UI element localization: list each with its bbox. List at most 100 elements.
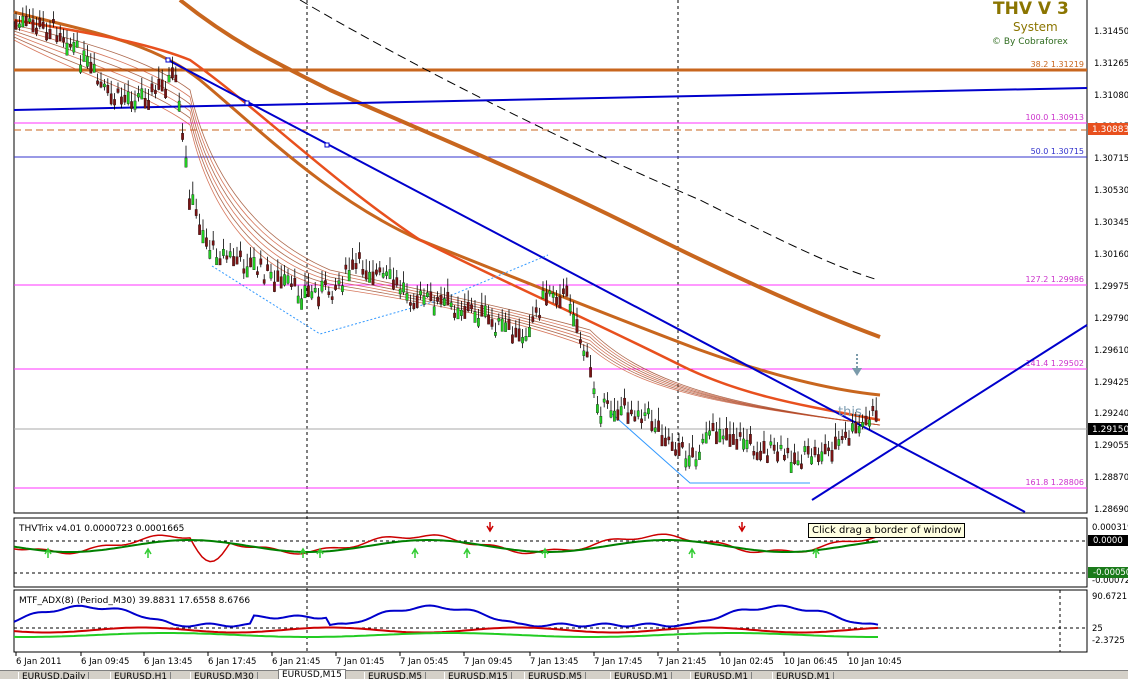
trix-label: THVTrix v4.01 0.0000723 0.0001665 (18, 524, 184, 534)
candle-body (721, 435, 725, 440)
symbol-tab[interactable]: EURUSD,Daily (18, 672, 90, 679)
candle-body (460, 309, 463, 316)
candle-body (86, 56, 89, 67)
candle-body (497, 318, 501, 322)
adx-tick: 90.6721 (1092, 592, 1127, 602)
candle-body (432, 306, 436, 316)
candle-body (395, 277, 399, 286)
symbol-tab[interactable]: EURUSD,H1 (110, 672, 172, 679)
candle-body (466, 301, 470, 312)
candle-body (589, 367, 592, 378)
candle-body (415, 295, 419, 308)
candle-body (555, 297, 558, 305)
candle-body (174, 74, 178, 83)
candle-body (171, 67, 174, 79)
candle-body (164, 89, 167, 99)
candle-body (453, 312, 456, 318)
candle-body (762, 441, 766, 454)
candlesticks (14, 5, 878, 473)
candle-body (538, 314, 541, 319)
adx-indicator: MTF_ADX(8) (Period_M30) 39.8831 17.6558 … (13, 596, 1087, 638)
candle-body (371, 271, 375, 285)
candle-body (640, 418, 643, 424)
candle-body (262, 279, 266, 284)
symbol-tab[interactable]: EURUSD,M5 (364, 672, 427, 679)
candle-body (201, 230, 205, 244)
price-tick: 1.30345 (1094, 218, 1128, 228)
candle-body (62, 37, 65, 43)
candle-body (334, 285, 337, 290)
candle-body (228, 251, 232, 258)
candle-body (511, 334, 514, 344)
candle-body (490, 319, 494, 327)
brand-subtitle: System (1013, 20, 1058, 34)
candle-body (592, 388, 596, 395)
trend-line-horizontal (13, 87, 1088, 111)
trix-fast-line (13, 533, 879, 563)
candle-body (99, 81, 103, 88)
symbol-tab[interactable]: EURUSD,M15 (278, 669, 346, 679)
candle-body (181, 133, 184, 140)
candle-body (548, 290, 552, 295)
candle-body (65, 42, 69, 56)
trix-up-arrow (299, 547, 307, 558)
candle-body (35, 27, 38, 34)
candle-body (521, 337, 524, 344)
candle-body (358, 252, 361, 259)
candle-body (218, 258, 222, 266)
candle-body (772, 444, 776, 451)
trix-up-arrow (144, 547, 152, 558)
candle-body (810, 456, 813, 465)
candle-body (337, 280, 341, 285)
candle-body (653, 427, 657, 433)
candle-body (477, 317, 480, 327)
candle-body (167, 74, 171, 83)
symbol-tab[interactable]: EURUSD,M5 (524, 672, 587, 679)
tooltip: Click drag a border of window (808, 523, 966, 538)
candle-body (698, 451, 701, 460)
candle-body (602, 398, 606, 403)
candle-body (847, 438, 851, 446)
candle-body (426, 292, 429, 298)
candle-body (572, 314, 575, 327)
candle-body (290, 283, 293, 287)
candle-body (694, 459, 698, 467)
candle-body (643, 412, 647, 416)
candle-body (606, 400, 609, 404)
symbol-tab[interactable]: EURUSD,M30 (190, 672, 258, 679)
candle-body (534, 307, 538, 313)
candle-body (52, 19, 55, 23)
fib-label: 161.8 1.28806 (1025, 478, 1084, 487)
candle-body (701, 438, 705, 443)
symbol-tab[interactable]: EURUSD,M1 (610, 672, 673, 679)
candle-body (252, 257, 256, 270)
candle-body (69, 43, 72, 48)
candle-body (341, 285, 344, 292)
price-tick: 1.29240 (1094, 409, 1128, 419)
candle-body (864, 415, 868, 426)
symbol-tab[interactable]: EURUSD,M15 (444, 672, 512, 679)
candle-body (256, 271, 259, 275)
candle-body (79, 64, 82, 73)
candle-body (755, 452, 759, 460)
candle-body (779, 444, 783, 449)
trix-up-arrow (688, 547, 696, 558)
time-tick: 10 Jan 10:45 (848, 657, 902, 667)
candle-body (874, 410, 878, 422)
candle-body (103, 83, 106, 88)
candle-body (429, 291, 433, 301)
fib-label: 50.0 1.30715 (1031, 147, 1084, 156)
candle-body (596, 404, 599, 413)
candle-body (242, 268, 246, 274)
chart-canvas[interactable]: 38.2 1.31219 100.0 1.30913 50.0 1.30715 127… (0, 0, 1128, 679)
candle-body (800, 463, 803, 469)
fibonacci-levels[interactable]: 38.2 1.31219 100.0 1.30913 50.0 1.30715 127… (14, 60, 1087, 489)
symbol-tab[interactable]: EURUSD,M1 (690, 672, 753, 679)
candle-body (259, 258, 263, 265)
candle-body (439, 295, 443, 305)
candle-body (269, 271, 273, 279)
symbol-tab[interactable]: EURUSD,M1 (772, 672, 835, 679)
candle-body (463, 306, 467, 319)
candle-body (92, 63, 96, 73)
chart-window[interactable]: 38.2 1.31219 100.0 1.30913 50.0 1.30715 127… (0, 0, 1128, 679)
